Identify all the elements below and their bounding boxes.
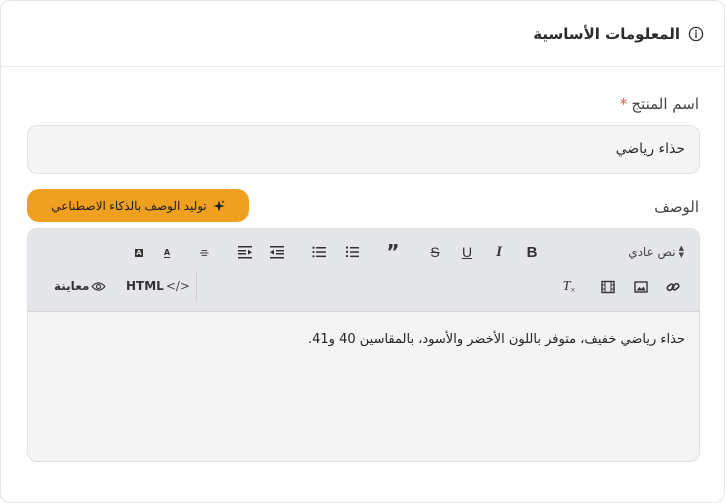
- text-color-label: A: [163, 247, 171, 258]
- product-name-label-text: اسم المنتج: [631, 95, 699, 113]
- code-icon: </>: [165, 279, 190, 293]
- clear-format-icon[interactable]: T ×: [560, 278, 578, 296]
- bullet-list-icon[interactable]: [310, 243, 328, 261]
- text-color-icon[interactable]: A: [158, 244, 176, 262]
- highlight-icon[interactable]: A: [130, 244, 148, 262]
- product-name-input[interactable]: حذاء رياضي: [27, 125, 700, 174]
- basic-info-card: المعلومات الأساسية اسم المنتج* حذاء رياض…: [0, 0, 725, 503]
- toolbar-separator: [196, 271, 197, 301]
- sparkle-icon: [213, 199, 225, 211]
- ordered-list-icon[interactable]: [343, 243, 361, 261]
- select-arrows-icon: ▲ ▼: [678, 244, 684, 259]
- product-name-value: حذاء رياضي: [615, 141, 685, 157]
- section-title: المعلومات الأساسية: [533, 25, 680, 43]
- editor-content-area[interactable]: حذاء رياضي خفيف، متوفر باللون الأخضر وال…: [28, 312, 699, 461]
- video-icon[interactable]: [599, 278, 617, 296]
- underline-icon[interactable]: U: [458, 243, 476, 261]
- paragraph-format-select[interactable]: ▲ ▼ نص عادي: [628, 244, 684, 260]
- preview-button[interactable]: معاينة: [54, 279, 107, 293]
- strikethrough-icon[interactable]: S: [426, 243, 444, 261]
- rich-text-editor: ▲ ▼ نص عادي B I U S ” A A T × HTML </> م…: [27, 228, 700, 462]
- quote-icon[interactable]: ”: [384, 240, 402, 264]
- editor-toolbar: ▲ ▼ نص عادي B I U S ” A A T × HTML </> م…: [28, 229, 699, 312]
- html-label: HTML: [126, 279, 164, 293]
- paragraph-format-label: نص عادي: [628, 245, 676, 259]
- ai-button-label: توليد الوصف بالذكاء الاصطناعي: [51, 198, 207, 213]
- link-icon[interactable]: [664, 278, 682, 296]
- eye-icon: [91, 281, 107, 291]
- product-name-label: اسم المنتج*: [620, 95, 699, 113]
- info-icon: [688, 26, 704, 42]
- required-mark: *: [619, 95, 628, 113]
- highlight-label: A: [135, 249, 143, 257]
- preview-label: معاينة: [54, 279, 90, 293]
- outdent-icon[interactable]: [268, 243, 286, 261]
- align-icon[interactable]: [196, 244, 214, 262]
- italic-icon[interactable]: I: [490, 243, 508, 261]
- description-label: الوصف: [654, 198, 699, 216]
- card-header: المعلومات الأساسية: [1, 1, 724, 67]
- ai-generate-description-button[interactable]: توليد الوصف بالذكاء الاصطناعي: [27, 189, 249, 222]
- bold-icon[interactable]: B: [523, 243, 541, 261]
- description-content: حذاء رياضي خفيف، متوفر باللون الأخضر وال…: [307, 332, 685, 347]
- html-view-button[interactable]: HTML </>: [126, 279, 190, 293]
- image-icon[interactable]: [632, 278, 650, 296]
- indent-icon[interactable]: [236, 243, 254, 261]
